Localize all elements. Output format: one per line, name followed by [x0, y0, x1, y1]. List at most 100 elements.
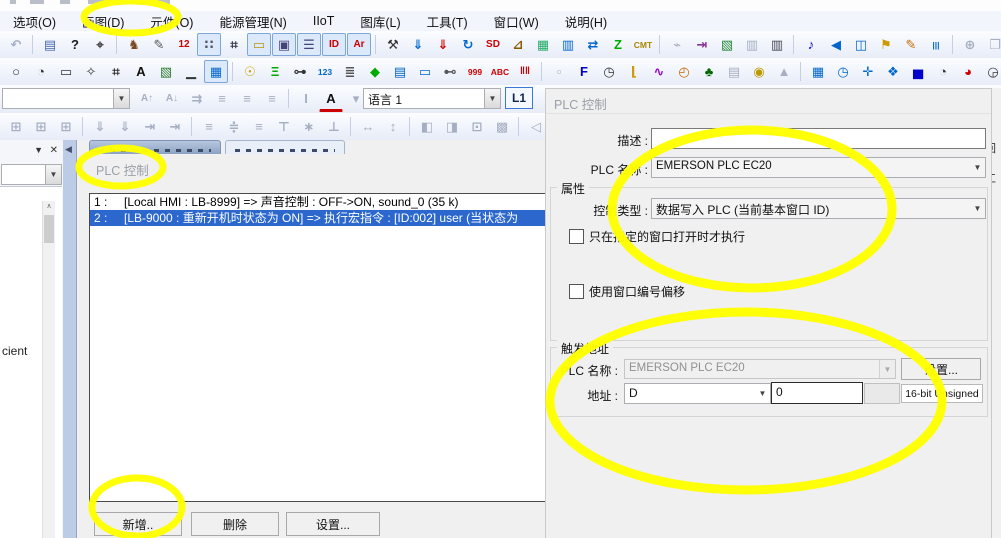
sd-card-icon[interactable]: SD: [481, 33, 505, 56]
screen-pointer-icon[interactable]: ◀: [824, 33, 848, 56]
zip-icon[interactable]: Z: [606, 33, 630, 56]
menu-item[interactable]: 画图(D): [69, 10, 137, 33]
numeric-999-icon[interactable]: 999: [463, 60, 487, 83]
panel-scrollbar[interactable]: ∧: [42, 201, 55, 538]
key-icon[interactable]: ⊷: [438, 60, 462, 83]
menu-item[interactable]: 元件(O): [137, 10, 206, 33]
import-library-icon[interactable]: ⇥: [690, 33, 714, 56]
function-key-icon[interactable]: ▤: [388, 60, 412, 83]
tab-scroll-left-icon[interactable]: ◀: [65, 144, 72, 155]
font-combo[interactable]: ▼: [2, 88, 130, 109]
bit-lamp-icon[interactable]: ☉: [238, 60, 262, 83]
menu-item[interactable]: 说明(H): [552, 10, 620, 33]
bar-chart-icon[interactable]: ▅: [906, 60, 930, 83]
device-type-combo[interactable]: D ▼: [624, 383, 771, 404]
document-tab[interactable]: [89, 140, 221, 154]
plc-control-list-row[interactable]: 1 :[Local HMI : LB-8999] => 声音控制 : OFF->…: [90, 194, 546, 210]
image-view-icon[interactable]: ◉: [747, 60, 771, 83]
language-combo[interactable]: 语言 1 ▼: [363, 88, 501, 109]
panel-combo[interactable]: ▼: [1, 164, 62, 185]
ascii-icon[interactable]: ABC: [488, 60, 512, 83]
scheduler-icon[interactable]: ◴: [672, 60, 696, 83]
menu-item[interactable]: 图库(L): [347, 10, 413, 33]
settings-button[interactable]: 设置...: [286, 512, 380, 536]
grid-table-icon[interactable]: ▦: [204, 60, 228, 83]
tag-library-icon[interactable]: ⚑: [874, 33, 898, 56]
window-frame-icon[interactable]: ▭: [247, 33, 271, 56]
panel-list[interactable]: cient ∧: [0, 186, 62, 538]
screen-123-icon[interactable]: ▦: [806, 60, 830, 83]
document-tab[interactable]: [225, 140, 345, 154]
chevron-down-icon[interactable]: ▼: [970, 199, 985, 218]
font-color-icon[interactable]: A: [319, 87, 343, 112]
stylus-icon[interactable]: ⊿: [506, 33, 530, 56]
delete-button[interactable]: 删除: [191, 512, 279, 536]
combo-button-icon[interactable]: ◆: [363, 60, 387, 83]
shape-icon[interactable]: ▁: [179, 60, 203, 83]
chevron-down-icon[interactable]: ▼: [45, 165, 61, 184]
scrollbar-thumb[interactable]: [44, 215, 54, 243]
address-grid-icon[interactable]: ◫: [849, 33, 873, 56]
calendar-icon[interactable]: 12: [172, 33, 196, 56]
clock-icon[interactable]: ◷: [597, 60, 621, 83]
checkbox-icon[interactable]: [569, 284, 584, 299]
toggle-switch-icon[interactable]: ⊶: [288, 60, 312, 83]
clock2-icon[interactable]: ◶: [981, 60, 1001, 83]
cmt-icon[interactable]: CMT: [631, 33, 655, 56]
import-image-icon[interactable]: ▧: [715, 33, 739, 56]
f-box-icon[interactable]: F: [572, 60, 596, 83]
trigger-settings-button[interactable]: 设置...: [901, 358, 981, 380]
menu-item[interactable]: IIoT: [300, 12, 348, 30]
macro-edit-icon[interactable]: ✎: [899, 33, 923, 56]
description-input[interactable]: [651, 128, 986, 149]
numeric-icon[interactable]: 123: [313, 60, 337, 83]
scale-icon[interactable]: ⌗: [104, 60, 128, 83]
bar-meter-icon[interactable]: ⌊: [622, 60, 646, 83]
plc-control-list-row[interactable]: 2 :[LB-9000 : 重新开机时状态为 ON] => 执行宏指令 : [I…: [90, 210, 546, 226]
cascade-windows-icon[interactable]: ▣: [272, 33, 296, 56]
text-icon[interactable]: A: [129, 60, 153, 83]
pen-tool-icon[interactable]: ∿: [647, 60, 671, 83]
rect-icon[interactable]: ▭: [54, 60, 78, 83]
simulate-icon[interactable]: ♞: [122, 33, 146, 56]
cabinet2-icon[interactable]: ▥: [765, 33, 789, 56]
chevron-down-icon[interactable]: ▼: [113, 89, 129, 108]
move-icon[interactable]: ✛: [856, 60, 880, 83]
context-help-icon[interactable]: ⌖: [88, 33, 112, 56]
picture-icon[interactable]: ▧: [154, 60, 178, 83]
add-button[interactable]: 新增..: [94, 512, 182, 536]
plc-control-list[interactable]: 1 :[Local HMI : LB-8999] => 声音控制 : OFF->…: [89, 193, 547, 502]
scroll-up-icon[interactable]: ∧: [43, 201, 55, 213]
language-state-button[interactable]: L1: [505, 87, 533, 109]
menu-item[interactable]: 工具(T): [414, 10, 481, 33]
pencil-icon[interactable]: ✎: [147, 33, 171, 56]
data-table-icon[interactable]: ▦: [531, 33, 555, 56]
help-icon[interactable]: ?: [63, 33, 87, 56]
barcode-icon[interactable]: ‖‖: [513, 60, 537, 83]
word-lamp-icon[interactable]: Ξ: [263, 60, 287, 83]
collapse-icon[interactable]: ▼: [34, 145, 43, 155]
checkbox-icon[interactable]: [569, 229, 584, 244]
ar-icon[interactable]: Ar: [347, 33, 371, 56]
print-icon[interactable]: ▤: [38, 33, 62, 56]
close-icon[interactable]: ✕: [50, 145, 58, 156]
id-icon[interactable]: ID: [322, 33, 346, 56]
pie-icon[interactable]: ◔: [29, 60, 53, 83]
snap-icon[interactable]: ⌗: [222, 33, 246, 56]
grid-dots-icon[interactable]: ∷: [197, 33, 221, 56]
layers-icon[interactable]: ≣: [338, 60, 362, 83]
flow-block-icon[interactable]: ❖: [881, 60, 905, 83]
screen-time-icon[interactable]: ◷: [831, 60, 855, 83]
chevron-down-icon[interactable]: ▼: [755, 384, 770, 403]
pie-chart-icon[interactable]: ◕: [956, 60, 980, 83]
plc-name-combo[interactable]: EMERSON PLC EC20 ▼: [651, 157, 986, 178]
download-icon[interactable]: ⇓: [406, 33, 430, 56]
reboot-icon[interactable]: ↻: [456, 33, 480, 56]
control-type-combo[interactable]: 数据写入 PLC (当前基本窗口 ID) ▼: [651, 198, 986, 219]
compile-icon[interactable]: ⚒: [381, 33, 405, 56]
gauge-icon[interactable]: ◔: [931, 60, 955, 83]
tree-view-icon[interactable]: ♣: [697, 60, 721, 83]
menu-item[interactable]: 选项(O): [0, 10, 69, 33]
ellipse-icon[interactable]: ○: [4, 60, 28, 83]
screen-icon[interactable]: ▥: [556, 33, 580, 56]
